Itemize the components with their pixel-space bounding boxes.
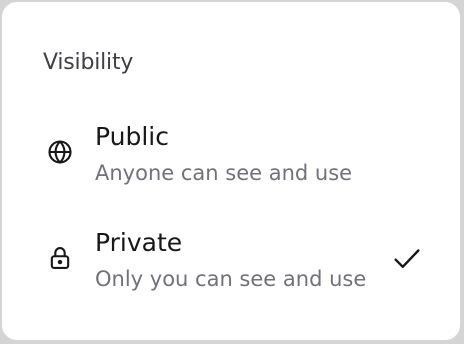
option-description: Only you can see and use — [95, 267, 367, 291]
visibility-heading: Visibility — [43, 50, 134, 75]
checkmark-icon — [394, 249, 420, 268]
option-label: Public — [95, 122, 169, 151]
visibility-option-private[interactable]: Private Only you can see and use — [2, 216, 460, 306]
visibility-menu: Visibility Public Anyone can see and use… — [1, 1, 461, 341]
option-description: Anyone can see and use — [95, 161, 353, 185]
globe-icon — [48, 140, 72, 164]
option-label: Private — [95, 228, 183, 257]
lock-icon — [50, 247, 70, 269]
visibility-option-public[interactable]: Public Anyone can see and use — [2, 110, 460, 200]
